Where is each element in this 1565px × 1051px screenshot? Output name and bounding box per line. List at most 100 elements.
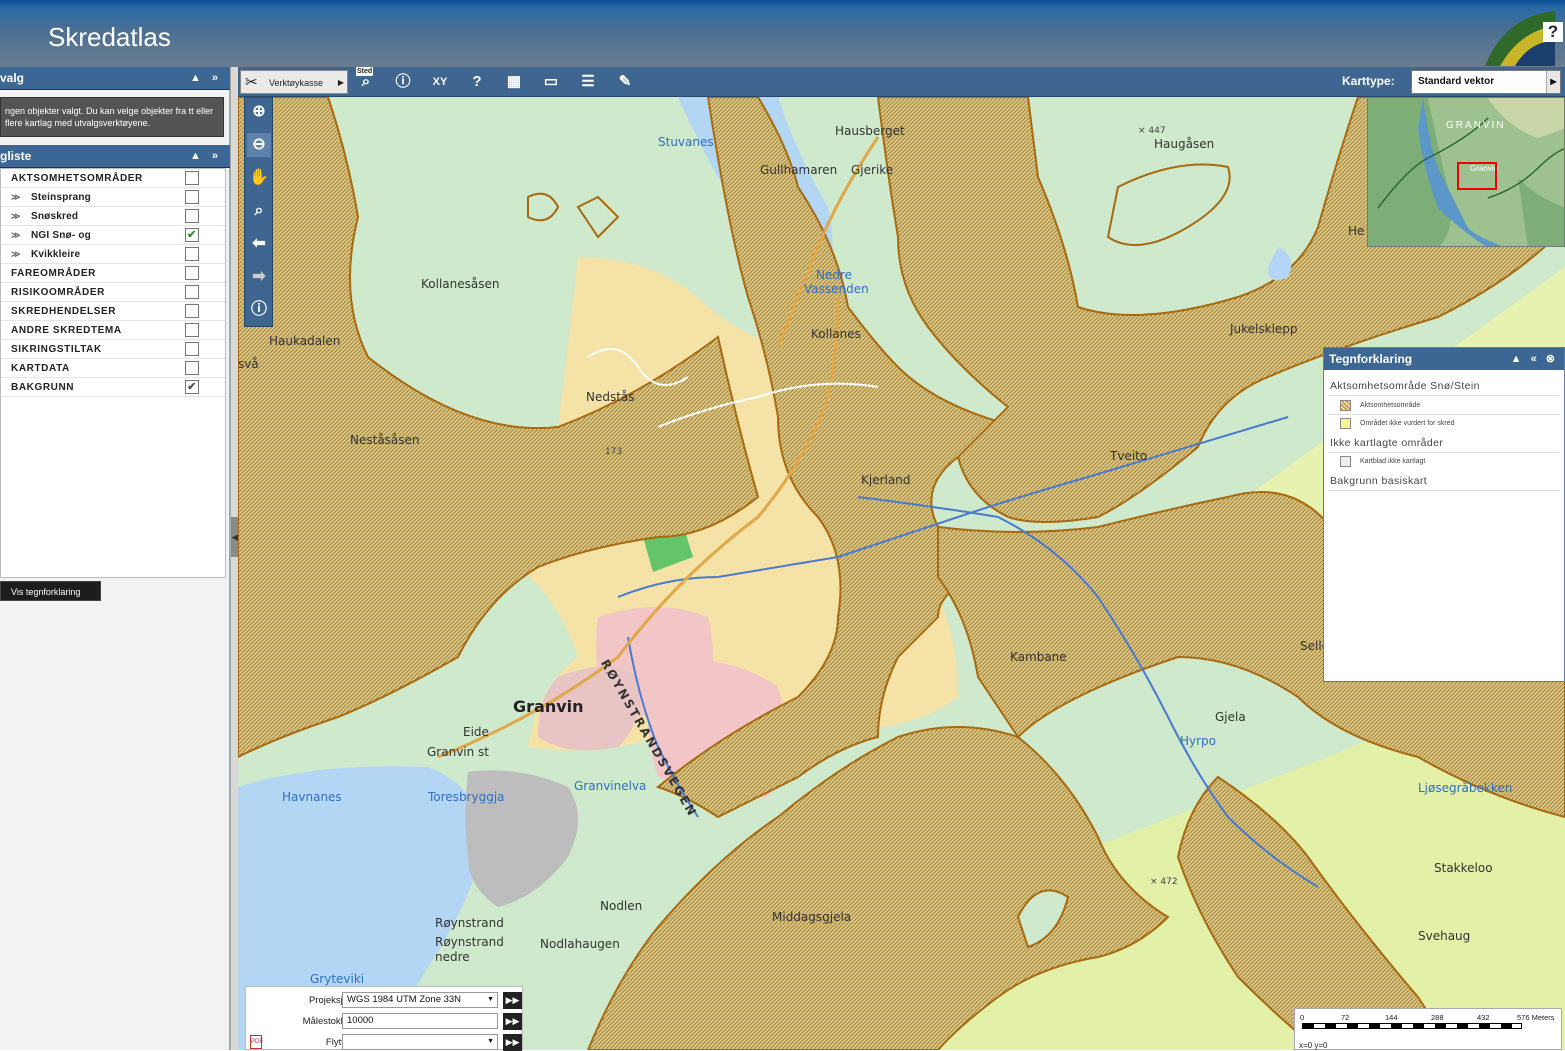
xy-readout: x=0 y=0	[1299, 1041, 1328, 1050]
selection-panel: valg ▲ »	[0, 67, 230, 90]
layer-row[interactable]: AKTSOMHETSOMRÅDER	[1, 169, 225, 188]
layer-checkbox[interactable]	[185, 209, 199, 223]
layer-row[interactable]: RISIKOOMRÅDER	[1, 283, 225, 302]
layer-checkbox[interactable]	[185, 342, 199, 356]
scale-tick: 72	[1341, 1013, 1350, 1022]
map-label: Kollanesåsen	[421, 277, 500, 291]
map-type-label: Karttype:	[1342, 74, 1395, 88]
zoom-in-icon[interactable]: ⊕	[247, 100, 271, 124]
layer-label: Kvikkleire	[31, 249, 81, 260]
panel-collapse-controls[interactable]: ▲ »	[190, 67, 222, 90]
query-icon[interactable]: ?	[465, 70, 489, 94]
expand-icon[interactable]: ≫	[11, 188, 21, 207]
projection-go-button[interactable]: ▶▶	[503, 992, 522, 1009]
toolbox-button[interactable]: ✂ Verktøykasse ▶	[240, 70, 348, 94]
legend-controls[interactable]: ▲ «	[1511, 353, 1540, 365]
full-extent-icon[interactable]: ⓘ	[247, 298, 271, 322]
layer-row[interactable]: KARTDATA	[1, 359, 225, 378]
left-panel: valg ▲ » ngen objekter valgt. Du kan vel…	[0, 67, 230, 1050]
map-label: Svehaug	[1418, 929, 1471, 943]
layer-row[interactable]: SKREDHENDELSER	[1, 302, 225, 321]
map-type-select[interactable]: Standard vektor ▶	[1411, 70, 1561, 94]
map-label: Kambane	[1010, 650, 1067, 664]
map-label: svå	[238, 357, 259, 371]
map-label: Røynstrand	[435, 916, 504, 930]
map-label: Nedre Vassenden	[804, 268, 869, 296]
layer-panel: gliste ▲ »	[0, 145, 230, 168]
layer-checkbox[interactable]: ✔	[185, 380, 199, 394]
close-icon[interactable]: ⊗	[1546, 353, 1558, 365]
info-icon[interactable]: ⓘ	[391, 70, 415, 94]
layer-row[interactable]: BAKGRUNN ✔	[1, 378, 225, 397]
map-label: Kjerland	[861, 473, 911, 487]
next-extent-icon[interactable]: ➡	[247, 265, 271, 289]
comment-icon[interactable]: ▭	[539, 70, 563, 94]
layer-checkbox[interactable]	[185, 304, 199, 318]
place-search-icon[interactable]: Sted ⌕	[354, 67, 378, 94]
map-label: Kollanes	[811, 327, 861, 341]
show-legend-button[interactable]: Vis tegnforklaring	[0, 581, 101, 601]
expand-icon[interactable]: ≫	[11, 207, 21, 226]
layer-row[interactable]: ≫ Steinsprang	[1, 188, 225, 207]
layer-row[interactable]: ≫ NGI Snø- og ✔	[1, 226, 225, 245]
moveto-go-button[interactable]: ▶▶	[503, 1034, 522, 1051]
layer-checkbox[interactable]: ✔	[185, 228, 199, 242]
layer-row[interactable]: ≫ Kvikkleire	[1, 245, 225, 264]
layer-checkbox[interactable]	[185, 266, 199, 280]
map-label: Granvin st	[427, 745, 490, 759]
map-label: Hyrpo	[1180, 734, 1217, 748]
help-button[interactable]: ?	[1543, 22, 1563, 42]
map-label: Gjela	[1215, 710, 1246, 724]
legend-group: Ikke kartlagte områder	[1330, 437, 1444, 449]
coordinate-form: Projeksjon: WGS 1984 UTM Zone 33N ▼ ▶▶ M…	[245, 986, 523, 1051]
panel-collapse-controls[interactable]: ▲ »	[190, 145, 222, 168]
map-label: Tveito	[1110, 449, 1148, 463]
xy-coordinate-icon[interactable]: XY	[428, 70, 452, 94]
zoom-out-icon[interactable]: ⊖	[247, 133, 271, 157]
legend-header[interactable]: Tegnforklaring ▲ « ⊗	[1324, 348, 1564, 370]
moveto-select[interactable]: ▼	[342, 1034, 498, 1050]
layer-checkbox[interactable]	[185, 190, 199, 204]
layer-checkbox[interactable]	[185, 285, 199, 299]
layer-checkbox[interactable]	[185, 247, 199, 261]
map-label: Gryteviki	[310, 972, 365, 986]
layer-panel-header[interactable]: gliste ▲ »	[0, 145, 230, 168]
pdf-icon[interactable]: PDF	[250, 1035, 263, 1049]
layer-checkbox[interactable]	[185, 323, 199, 337]
layer-row[interactable]: ANDRE SKREDTEMA	[1, 321, 225, 340]
layer-row[interactable]: FAREOMRÅDER	[1, 264, 225, 283]
overview-extent-box[interactable]	[1457, 162, 1497, 190]
layer-row[interactable]: ≫ Snøskred	[1, 207, 225, 226]
main-toolbar: ✂ Verktøykasse ▶ Sted ⌕ ⓘ XY ? ▦ ▭ ☰ ✎ Ka…	[238, 67, 1565, 97]
zoom-box-icon[interactable]: ⌕	[247, 199, 271, 223]
map-label: Haugåsen	[1154, 137, 1215, 151]
scale-tick: 0	[1300, 1013, 1305, 1022]
draw-pen-icon[interactable]: ✎	[613, 70, 637, 94]
layer-label: ANDRE SKREDTEMA	[11, 325, 122, 336]
scale-input[interactable]: 10000	[342, 1013, 498, 1029]
legend-divider	[1328, 395, 1560, 396]
expand-icon[interactable]: ≫	[11, 226, 21, 245]
layer-label: RISIKOOMRÅDER	[11, 287, 105, 298]
scale-tick: 144	[1385, 1013, 1398, 1022]
panel-splitter[interactable]: ◀	[230, 67, 239, 1050]
projection-select[interactable]: WGS 1984 UTM Zone 33N ▼	[342, 992, 498, 1008]
layer-checkbox[interactable]	[185, 171, 199, 185]
previous-extent-icon[interactable]: ⬅	[247, 232, 271, 256]
pan-hand-icon[interactable]: ✋	[247, 166, 271, 190]
map-label: Toresbryggja	[428, 790, 505, 804]
legend-divider	[1328, 452, 1560, 453]
layer-checkbox[interactable]	[185, 361, 199, 375]
selection-panel-header[interactable]: valg ▲ »	[0, 67, 230, 90]
list-icon[interactable]: ☰	[576, 70, 600, 94]
table-grid-icon[interactable]: ▦	[502, 70, 526, 94]
dropdown-arrow-icon: ▼	[487, 1038, 494, 1045]
map-label: × 447	[1138, 126, 1166, 136]
expand-icon[interactable]: ≫	[11, 245, 21, 264]
legend-item: Kartblad ikke kartlagt	[1360, 458, 1426, 465]
scale-go-button[interactable]: ▶▶	[503, 1013, 522, 1030]
layer-row[interactable]: SIKRINGSTILTAK	[1, 340, 225, 359]
overview-map[interactable]: GRANVIN Granvin	[1367, 97, 1565, 247]
map-label: Gullhamaren	[760, 163, 838, 177]
panel-collapse-controls[interactable]: ▲ « ⊗	[1511, 348, 1558, 370]
